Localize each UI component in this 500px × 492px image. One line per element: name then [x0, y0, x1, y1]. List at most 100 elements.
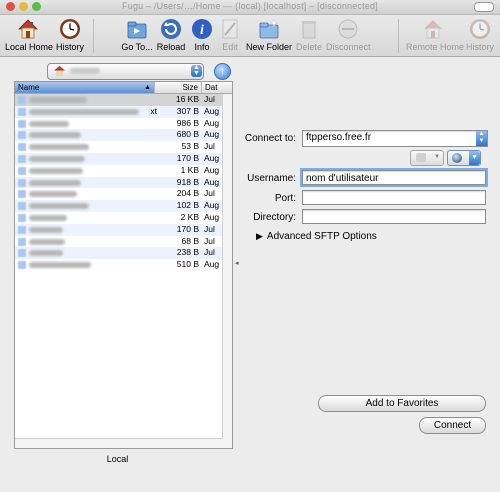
home-icon [18, 19, 38, 39]
history-button[interactable]: History [54, 15, 86, 52]
file-name-cell: xt [15, 106, 157, 118]
file-row[interactable]: 16 KB Jul [15, 94, 232, 106]
file-row[interactable]: 204 B Jul [15, 188, 232, 200]
toolbar-toggle-button[interactable] [474, 2, 494, 12]
globe-icon [452, 153, 462, 163]
remote-home-icon [424, 20, 442, 39]
local-home-button[interactable]: Local Home [5, 15, 53, 52]
file-row[interactable]: xt 307 B Aug [15, 105, 232, 118]
new-folder-button[interactable]: New Folder [246, 15, 292, 52]
file-row[interactable]: 1 KB Aug [15, 165, 232, 177]
redacted-file-name [29, 214, 67, 221]
file-name-cell [15, 129, 155, 141]
home-folder-icon [54, 66, 65, 76]
file-name-cell [15, 236, 155, 248]
advanced-sftp-disclosure[interactable]: ▶ Advanced SFTP Options [256, 231, 377, 242]
redacted-file-name [29, 203, 89, 210]
file-size-cell: 204 B [176, 188, 199, 199]
file-name-cell [15, 247, 155, 259]
file-name-cell [15, 200, 155, 212]
local-pane-label: Local [106, 454, 129, 464]
file-row[interactable]: 170 B Aug [15, 152, 232, 165]
file-size-cell: 510 B [176, 259, 199, 270]
info-label: Info [194, 42, 210, 52]
redacted-file-name [29, 167, 83, 174]
toolbar-separator [93, 19, 94, 53]
history-label: History [55, 42, 84, 52]
file-rows: 16 KB Jul xt 307 B Aug 986 B Aug 680 B Aug 53 B Ju… [15, 94, 232, 271]
redacted-file-name [29, 132, 81, 139]
file-size-cell: 2 KB [180, 211, 199, 222]
file-icon [18, 261, 26, 270]
file-size-cell: 68 B [181, 235, 200, 246]
column-header-date[interactable]: Dat [202, 82, 232, 93]
trash-icon [302, 21, 316, 39]
file-size-cell: 307 B [176, 105, 199, 116]
directory-field[interactable] [302, 209, 486, 224]
local-path-popup[interactable]: ▲ ▼ [47, 63, 204, 80]
local-file-list[interactable]: Name ▲ Size Dat 16 KB Jul xt 307 B Aug 986 BA… [14, 81, 233, 449]
ssh-hosts-popup-button[interactable]: ▼ [447, 150, 481, 166]
server-combobox[interactable]: ftpperso.free.fr ▲ ▼ [302, 130, 488, 147]
goto-label: Go To... [121, 42, 153, 52]
connect-to-label: Connect to: [244, 133, 296, 144]
column-header-size[interactable]: Size [155, 82, 202, 93]
disconnect-label: Disconnect [326, 42, 371, 52]
remote-home-label: Remote Home [406, 42, 465, 52]
file-name-cell [15, 118, 155, 130]
goto-button[interactable]: Go To... [118, 15, 156, 52]
file-row[interactable]: 53 B Jul [15, 141, 232, 153]
toolbar-separator [398, 19, 399, 53]
horizontal-scrollbar[interactable] [15, 438, 223, 448]
username-field[interactable]: nom d'utilisateur [300, 168, 488, 187]
file-icon [18, 213, 26, 222]
redacted-file-name [29, 250, 63, 257]
reload-button[interactable]: Reload [156, 15, 186, 52]
file-row[interactable]: 102 B Aug [15, 200, 232, 212]
redacted-file-name [29, 120, 69, 127]
svg-text:i: i [200, 23, 204, 38]
add-to-favorites-button[interactable]: Add to Favorites [318, 395, 486, 412]
new-folder-icon [259, 18, 279, 39]
file-icon [18, 178, 26, 187]
arrow-up-icon: ↑ [220, 66, 225, 77]
edit-button[interactable]: Edit [218, 15, 242, 52]
chevron-down-icon: ▼ [469, 151, 480, 165]
file-name-cell [15, 212, 155, 224]
clock-icon [60, 19, 80, 39]
vertical-scrollbar[interactable] [222, 94, 232, 448]
bookmark-popup-button[interactable]: ▼ [410, 150, 444, 166]
disconnect-button[interactable]: Disconnect [326, 15, 371, 52]
combobox-chevron-icon[interactable]: ▲ ▼ [476, 131, 487, 146]
title-bar: Fugu – /Users/…/Home — (local) [localhos… [0, 0, 500, 15]
file-row[interactable]: 680 B Aug [15, 129, 232, 142]
column-header-name[interactable]: Name ▲ [15, 82, 155, 93]
delete-label: Delete [295, 42, 322, 52]
file-row[interactable]: 68 B Jul [15, 236, 232, 248]
file-size-cell: 680 B [176, 129, 199, 140]
file-row[interactable]: 510 B Aug [15, 259, 232, 271]
go-up-button[interactable]: ↑ [214, 63, 231, 80]
file-row[interactable]: 986 B Aug [15, 118, 232, 130]
file-icon [18, 119, 26, 128]
redacted-file-name [29, 155, 85, 162]
file-row[interactable]: 170 B Jul [15, 223, 232, 236]
favorites-icon [416, 153, 426, 162]
info-button[interactable]: i Info [190, 15, 214, 52]
file-row[interactable]: 2 KB Aug [15, 212, 232, 224]
file-size-cell: 170 B [176, 152, 199, 163]
file-size-cell: 1 KB [180, 164, 199, 175]
connection-options: ▼ ▼ [410, 150, 481, 166]
file-row[interactable]: 238 B Jul [15, 247, 232, 260]
server-value: ftpperso.free.fr [306, 132, 372, 143]
redacted-file-name [29, 97, 87, 103]
port-field[interactable] [302, 190, 486, 205]
connect-button[interactable]: Connect [419, 417, 486, 434]
remote-history-button[interactable]: History [464, 15, 496, 52]
delete-button[interactable]: Delete [295, 15, 323, 52]
remote-home-button[interactable]: Remote Home [406, 15, 465, 52]
pane-splitter[interactable] [235, 57, 239, 492]
file-row[interactable]: 918 B Aug [15, 176, 232, 189]
edit-pencil-icon [222, 19, 238, 39]
file-size-cell: 238 B [176, 247, 199, 258]
